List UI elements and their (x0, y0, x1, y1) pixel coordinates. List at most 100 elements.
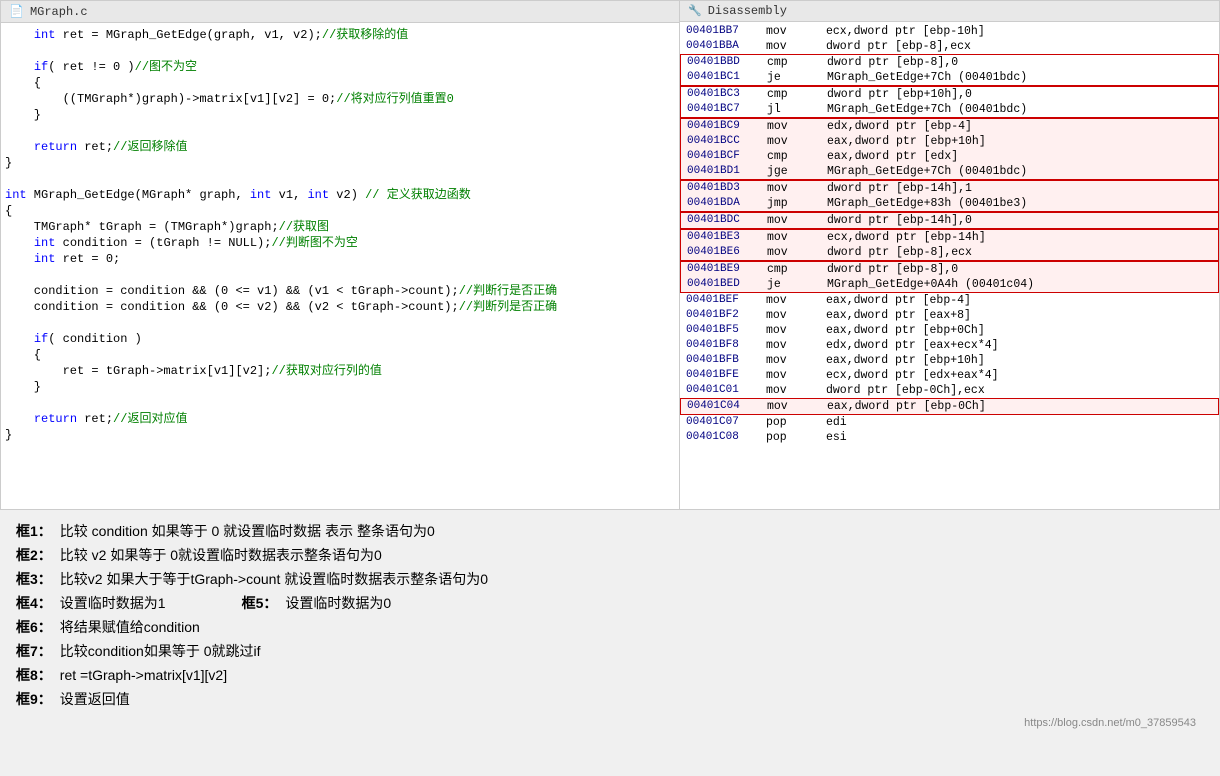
disasm-row: 00401C08popesi (680, 430, 1219, 445)
disasm-row: 00401BFEmovecx,dword ptr [edx+eax*4] (680, 368, 1219, 383)
disasm-panel-title: 🔧 Disassembly (680, 1, 1219, 22)
disasm-addr: 00401BDC (687, 213, 767, 228)
disasm-content[interactable]: 00401BB7movecx,dword ptr [ebp-10h]00401B… (680, 22, 1219, 509)
disasm-opcode: mov (766, 383, 826, 398)
disasm-row: 00401C04moveax,dword ptr [ebp-0Ch] (680, 398, 1219, 415)
code-content[interactable]: int ret = MGraph_GetEdge(graph, v1, v2);… (1, 23, 679, 509)
disasm-addr: 00401BE3 (687, 230, 767, 245)
disasm-addr: 00401BC7 (687, 102, 767, 117)
disasm-args: edi (826, 415, 1213, 430)
code-line (1, 43, 679, 59)
disasm-row: 00401BC3cmpdword ptr [ebp+10h],0 (680, 86, 1219, 102)
disasm-opcode: cmp (767, 149, 827, 164)
disasm-opcode: mov (766, 353, 826, 368)
disasm-opcode: je (767, 70, 827, 85)
disasm-row: 00401BC9movedx,dword ptr [ebp-4] (680, 118, 1219, 134)
disasm-addr: 00401BEF (686, 293, 766, 308)
disasm-addr: 00401BC1 (687, 70, 767, 85)
disasm-addr: 00401BFB (686, 353, 766, 368)
disasm-row: 00401BD1jgeMGraph_GetEdge+7Ch (00401bdc) (680, 164, 1219, 180)
annotation-line: 框2：比较 v2 如果等于 0就设置临时数据表示整条语句为0 (16, 544, 1204, 566)
watermark: https://blog.csdn.net/m0_37859543 (16, 712, 1204, 734)
annotation-text: 设置临时数据为1 (60, 592, 166, 614)
code-line: condition = condition && (0 <= v2) && (v… (1, 299, 679, 315)
disasm-addr: 00401BB7 (686, 24, 766, 39)
annotation-line: 框9：设置返回值 (16, 688, 1204, 710)
annotation-line: 框6：将结果赋值给condition (16, 616, 1204, 638)
disasm-addr: 00401C08 (686, 430, 766, 445)
disasm-row: 00401BEFmoveax,dword ptr [ebp-4] (680, 293, 1219, 308)
disasm-icon: 🔧 (688, 4, 702, 18)
code-line: int condition = (tGraph != NULL);//判断图不为… (1, 235, 679, 251)
main-container: 📄 MGraph.c int ret = MGraph_GetEdge(grap… (0, 0, 1220, 742)
disasm-args: dword ptr [ebp-14h],0 (827, 213, 1212, 228)
disasm-opcode: mov (766, 338, 826, 353)
code-line: if( condition ) (1, 331, 679, 347)
disasm-args: eax,dword ptr [ebp-0Ch] (827, 399, 1212, 414)
disasm-args: edx,dword ptr [eax+ecx*4] (826, 338, 1213, 353)
bottom-annotations: 框1： 比较 condition 如果等于 0 就设置临时数据 表示 整条语句为0… (0, 510, 1220, 742)
annotation-text: 比较condition如果等于 0就跳过if (60, 640, 261, 662)
disasm-addr: 00401BE6 (687, 245, 767, 260)
code-line: { (1, 75, 679, 91)
disasm-opcode: je (767, 277, 827, 292)
annotation-text: 比较v2 如果大于等于tGraph->count 就设置临时数据表示整条语句为0 (60, 568, 488, 590)
code-line (1, 171, 679, 187)
disasm-addr: 00401BD3 (687, 181, 767, 196)
top-panels: 📄 MGraph.c int ret = MGraph_GetEdge(grap… (0, 0, 1220, 510)
annotation-label2: 框5： (242, 592, 278, 614)
annotation-line: 框1： 比较 condition 如果等于 0 就设置临时数据 表示 整条语句为0 (16, 520, 1204, 542)
disasm-addr: 00401C07 (686, 415, 766, 430)
disasm-addr: 00401BD1 (687, 164, 767, 179)
code-line: if( ret != 0 )//图不为空 (1, 59, 679, 75)
disasm-row: 00401BF5moveax,dword ptr [ebp+0Ch] (680, 323, 1219, 338)
code-line: } (1, 379, 679, 395)
annotation-label: 框6： (16, 616, 52, 638)
disasm-addr: 00401C04 (687, 399, 767, 414)
annotation-label: 框1： (16, 520, 52, 542)
code-line: } (1, 107, 679, 123)
code-line (1, 123, 679, 139)
disasm-addr: 00401BC3 (687, 87, 767, 102)
annotation-text: 比较 condition 如果等于 0 就设置临时数据 表示 整条语句为0 (60, 520, 435, 542)
disasm-row: 00401BDCmovdword ptr [ebp-14h],0 (680, 212, 1219, 229)
disasm-row: 00401BD3movdword ptr [ebp-14h],1 (680, 180, 1219, 196)
annotation-text: ret =tGraph->matrix[v1][v2] (60, 664, 227, 686)
disasm-args: esi (826, 430, 1213, 445)
disasm-opcode: mov (767, 119, 827, 134)
disasm-opcode: mov (766, 39, 826, 54)
annotation-line: 框3： 比较v2 如果大于等于tGraph->count 就设置临时数据表示整条语… (16, 568, 1204, 590)
code-line: int ret = 0; (1, 251, 679, 267)
annotation-label: 框7： (16, 640, 52, 662)
disasm-opcode: jge (767, 164, 827, 179)
code-line: return ret;//返回对应值 (1, 411, 679, 427)
disasm-args: MGraph_GetEdge+7Ch (00401bdc) (827, 70, 1212, 85)
code-line: return ret;//返回移除值 (1, 139, 679, 155)
disasm-args: MGraph_GetEdge+7Ch (00401bdc) (827, 164, 1212, 179)
disasm-args: dword ptr [ebp+10h],0 (827, 87, 1212, 102)
code-line: ret = tGraph->matrix[v1][v2];//获取对应行列的值 (1, 363, 679, 379)
disasm-addr: 00401BED (687, 277, 767, 292)
disasm-addr: 00401BFE (686, 368, 766, 383)
code-line (1, 267, 679, 283)
disasm-row: 00401BE3movecx,dword ptr [ebp-14h] (680, 229, 1219, 245)
disasm-row: 00401BE6movdword ptr [ebp-8],ecx (680, 245, 1219, 261)
disasm-args: eax,dword ptr [edx] (827, 149, 1212, 164)
disasm-opcode: mov (766, 293, 826, 308)
disasm-row: 00401BF8movedx,dword ptr [eax+ecx*4] (680, 338, 1219, 353)
disasm-addr: 00401BBD (687, 55, 767, 70)
disasm-opcode: mov (766, 368, 826, 383)
disasm-addr: 00401BCC (687, 134, 767, 149)
disasm-addr: 00401BC9 (687, 119, 767, 134)
annotation-text2: 设置临时数据为0 (285, 592, 391, 614)
annotation-label: 框3： (16, 568, 52, 590)
disasm-args: MGraph_GetEdge+7Ch (00401bdc) (827, 102, 1212, 117)
disasm-args: dword ptr [ebp-8],0 (827, 262, 1212, 277)
disasm-args: ecx,dword ptr [edx+eax*4] (826, 368, 1213, 383)
annotation-label: 框4： (16, 592, 52, 614)
disasm-panel: 🔧 Disassembly 00401BB7movecx,dword ptr [… (680, 0, 1220, 510)
disasm-opcode: mov (766, 308, 826, 323)
disasm-row: 00401BFBmoveax,dword ptr [ebp+10h] (680, 353, 1219, 368)
annotation-text: 比较 v2 如果等于 0就设置临时数据表示整条语句为0 (60, 544, 382, 566)
disasm-panel-label: Disassembly (708, 4, 787, 18)
